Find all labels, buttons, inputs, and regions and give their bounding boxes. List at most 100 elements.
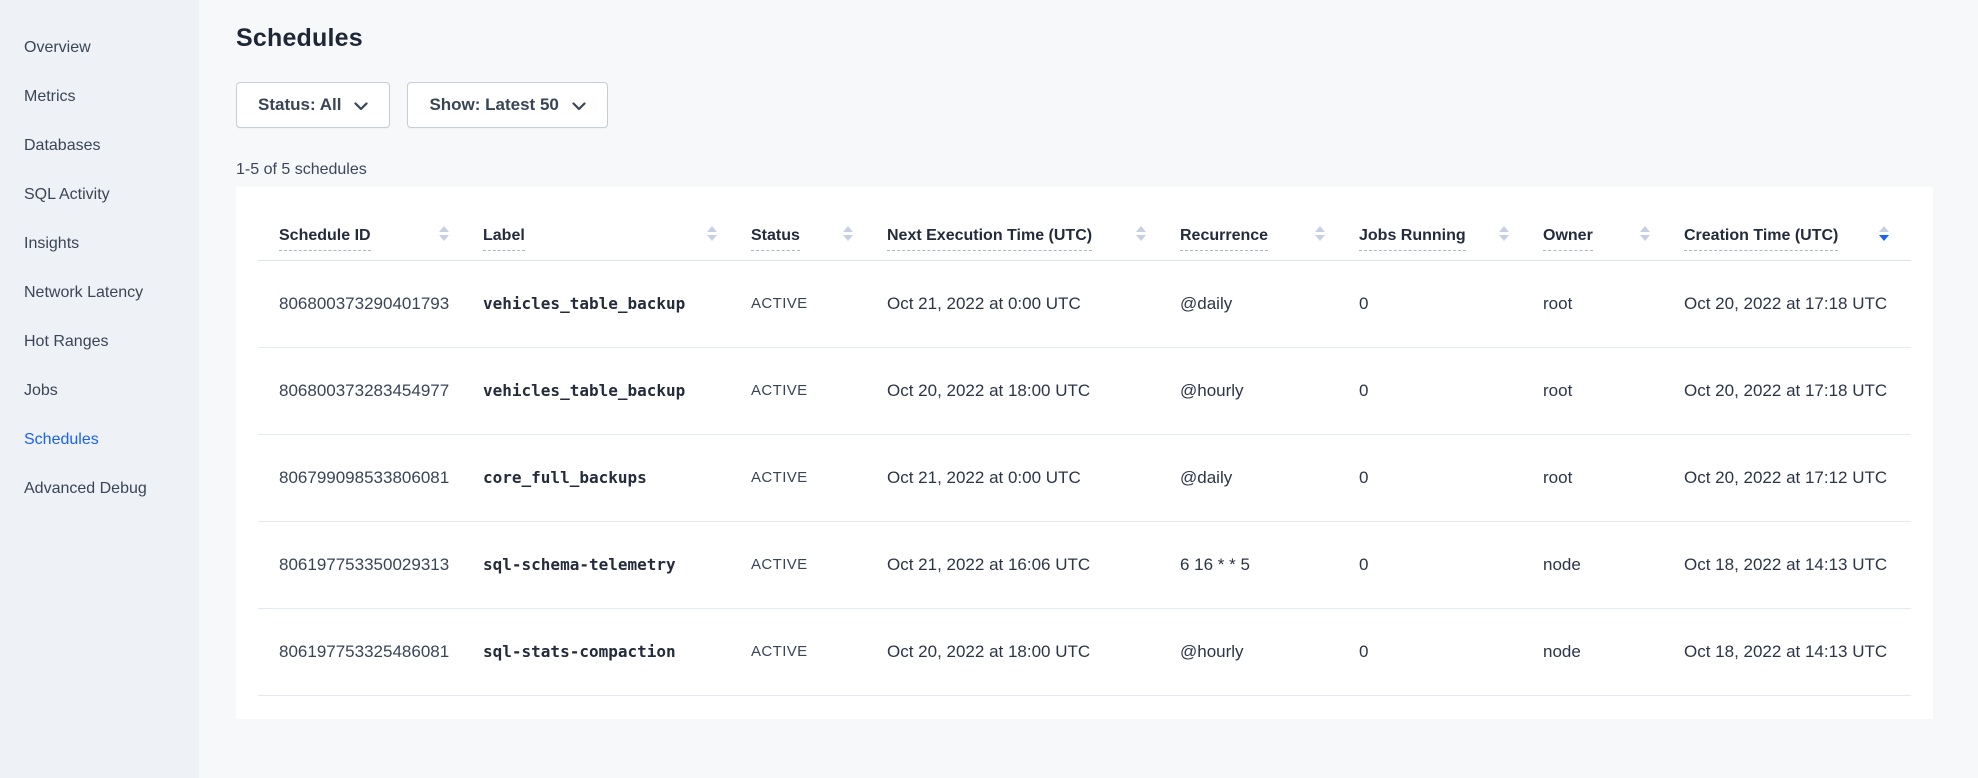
- column-header-inner: Label: [483, 226, 717, 251]
- cell-recurrence: 6 16 * * 5: [1180, 521, 1359, 608]
- sort-asc-icon: [1879, 226, 1889, 232]
- cell-recurrence: @daily: [1180, 260, 1359, 347]
- sort-asc-icon: [1315, 226, 1325, 232]
- cell-creation_time: Oct 20, 2022 at 17:18 UTC: [1684, 347, 1911, 434]
- schedules-table-card: Schedule ID Label Status Next Execution Tim…: [236, 187, 1933, 719]
- column-header-inner: Next Execution Time (UTC): [887, 226, 1146, 251]
- sort-desc-icon: [1499, 235, 1509, 241]
- column-header-label: Creation Time (UTC): [1684, 227, 1838, 251]
- sort-asc-icon: [707, 226, 717, 232]
- cell-owner: root: [1543, 347, 1684, 434]
- table-body: 806800373290401793vehicles_table_backupA…: [258, 260, 1911, 695]
- table-row: 806197753325486081sql-stats-compactionAC…: [258, 608, 1911, 695]
- cell-next_execution_time: Oct 20, 2022 at 18:00 UTC: [887, 347, 1180, 434]
- column-header-label[interactable]: Label: [483, 187, 751, 260]
- sidebar-item-schedules[interactable]: Schedules: [0, 428, 199, 452]
- cell-jobs_running: 0: [1359, 521, 1543, 608]
- sort-asc-icon: [439, 226, 449, 232]
- cell-owner: node: [1543, 608, 1684, 695]
- show-filter-label: Show: Latest 50: [429, 95, 558, 115]
- cell-status: ACTIVE: [751, 521, 887, 608]
- schedules-table: Schedule ID Label Status Next Execution Tim…: [258, 187, 1911, 696]
- sidebar-item-jobs[interactable]: Jobs: [0, 379, 199, 403]
- column-header-inner: Schedule ID: [279, 226, 449, 251]
- column-header-owner[interactable]: Owner: [1543, 187, 1684, 260]
- sort-arrows-icon: [707, 226, 717, 241]
- sort-desc-icon: [843, 235, 853, 241]
- column-header-label: Schedule ID: [279, 227, 371, 251]
- table-row: 806800373283454977vehicles_table_backupA…: [258, 347, 1911, 434]
- cell-schedule_id: 806800373283454977: [258, 347, 483, 434]
- cell-label: core_full_backups: [483, 434, 751, 521]
- sidebar-item-network-latency[interactable]: Network Latency: [0, 281, 199, 305]
- sort-arrows-icon: [1499, 226, 1509, 241]
- cell-creation_time: Oct 18, 2022 at 14:13 UTC: [1684, 608, 1911, 695]
- sidebar-item-sql-activity[interactable]: SQL Activity: [0, 183, 199, 207]
- sidebar-item-hot-ranges[interactable]: Hot Ranges: [0, 330, 199, 354]
- cell-schedule_id: 806197753325486081: [258, 608, 483, 695]
- column-header-label: Status: [751, 227, 800, 251]
- column-header-creation-time-utc[interactable]: Creation Time (UTC): [1684, 187, 1911, 260]
- sidebar-item-advanced-debug[interactable]: Advanced Debug: [0, 477, 199, 501]
- cell-next_execution_time: Oct 21, 2022 at 16:06 UTC: [887, 521, 1180, 608]
- sort-desc-icon: [707, 235, 717, 241]
- results-summary: 1-5 of 5 schedules: [236, 161, 1933, 179]
- cell-recurrence: @daily: [1180, 434, 1359, 521]
- cell-next_execution_time: Oct 21, 2022 at 0:00 UTC: [887, 260, 1180, 347]
- filters-bar: Status: All Show: Latest 50: [236, 82, 1933, 128]
- table-row: 806800373290401793vehicles_table_backupA…: [258, 260, 1911, 347]
- column-header-inner: Owner: [1543, 226, 1650, 251]
- cell-recurrence: @hourly: [1180, 347, 1359, 434]
- sort-desc-icon: [1640, 235, 1650, 241]
- sort-arrows-icon: [1315, 226, 1325, 241]
- column-header-inner: Status: [751, 226, 853, 251]
- column-header-label: Owner: [1543, 227, 1593, 251]
- column-header-next-execution-time-utc[interactable]: Next Execution Time (UTC): [887, 187, 1180, 260]
- sidebar-item-metrics[interactable]: Metrics: [0, 85, 199, 109]
- sort-arrows-icon: [1879, 226, 1889, 241]
- cell-status: ACTIVE: [751, 347, 887, 434]
- sort-arrows-icon: [1136, 226, 1146, 241]
- sort-arrows-icon: [439, 226, 449, 241]
- sort-asc-icon: [1136, 226, 1146, 232]
- sort-arrows-icon: [1640, 226, 1650, 241]
- cell-next_execution_time: Oct 20, 2022 at 18:00 UTC: [887, 608, 1180, 695]
- cell-jobs_running: 0: [1359, 347, 1543, 434]
- status-filter-label: Status: All: [258, 95, 341, 115]
- cell-schedule_id: 806197753350029313: [258, 521, 483, 608]
- sidebar-nav: Overview Metrics Databases SQL Activity Insi…: [0, 36, 199, 501]
- cell-creation_time: Oct 18, 2022 at 14:13 UTC: [1684, 521, 1911, 608]
- cell-jobs_running: 0: [1359, 608, 1543, 695]
- sidebar-item-overview[interactable]: Overview: [0, 36, 199, 60]
- column-header-label: Recurrence: [1180, 227, 1268, 251]
- column-header-recurrence[interactable]: Recurrence: [1180, 187, 1359, 260]
- cell-status: ACTIVE: [751, 434, 887, 521]
- sidebar-item-databases[interactable]: Databases: [0, 134, 199, 158]
- cell-owner: root: [1543, 260, 1684, 347]
- sort-desc-icon: [439, 235, 449, 241]
- cell-label: sql-schema-telemetry: [483, 521, 751, 608]
- cell-creation_time: Oct 20, 2022 at 17:12 UTC: [1684, 434, 1911, 521]
- status-filter-button[interactable]: Status: All: [236, 82, 390, 128]
- cell-label: vehicles_table_backup: [483, 347, 751, 434]
- cell-owner: node: [1543, 521, 1684, 608]
- sort-asc-icon: [1499, 226, 1509, 232]
- cell-label: vehicles_table_backup: [483, 260, 751, 347]
- column-header-jobs-running[interactable]: Jobs Running: [1359, 187, 1543, 260]
- column-header-schedule-id[interactable]: Schedule ID: [258, 187, 483, 260]
- column-header-inner: Jobs Running: [1359, 226, 1509, 251]
- cell-next_execution_time: Oct 21, 2022 at 0:00 UTC: [887, 434, 1180, 521]
- show-filter-button[interactable]: Show: Latest 50: [407, 82, 607, 128]
- sort-desc-icon: [1879, 235, 1889, 241]
- cell-status: ACTIVE: [751, 260, 887, 347]
- sidebar-item-insights[interactable]: Insights: [0, 232, 199, 256]
- chevron-down-icon: [572, 96, 586, 116]
- page-title: Schedules: [236, 24, 1933, 53]
- sidebar: Overview Metrics Databases SQL Activity Insi…: [0, 0, 199, 778]
- cell-schedule_id: 806799098533806081: [258, 434, 483, 521]
- cell-jobs_running: 0: [1359, 434, 1543, 521]
- column-header-label: Label: [483, 227, 525, 251]
- column-header-status[interactable]: Status: [751, 187, 887, 260]
- sort-asc-icon: [843, 226, 853, 232]
- column-header-label: Jobs Running: [1359, 227, 1466, 251]
